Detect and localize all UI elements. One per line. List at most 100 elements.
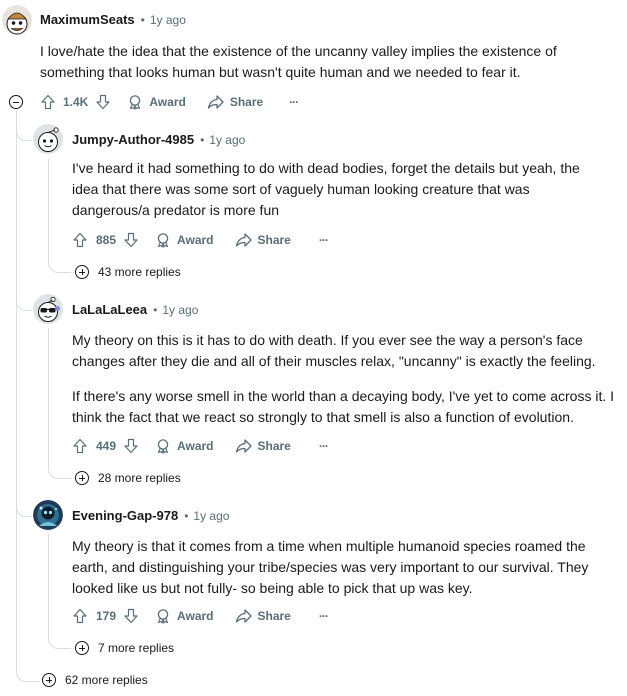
award-icon bbox=[157, 439, 169, 454]
avatar[interactable] bbox=[33, 500, 63, 530]
comment-header: Evening-Gap-978 • 1y ago bbox=[72, 508, 229, 523]
share-button[interactable]: Share bbox=[235, 608, 291, 624]
share-button[interactable]: Share bbox=[235, 438, 291, 454]
timestamp[interactable]: 1y ago bbox=[162, 303, 198, 317]
timestamp[interactable]: 1y ago bbox=[209, 133, 245, 147]
share-icon bbox=[235, 233, 252, 247]
downvote-arrow-icon bbox=[124, 232, 138, 248]
reply-2-thread-line bbox=[48, 328, 49, 460]
share-label: Share bbox=[257, 233, 291, 247]
downvote-arrow-icon bbox=[124, 608, 138, 624]
more-replies-link[interactable]: 43 more replies bbox=[75, 265, 181, 279]
author-name[interactable]: LaLaLaLeea bbox=[72, 302, 147, 317]
reply-3-thread-line bbox=[48, 534, 49, 630]
more-replies-label: 43 more replies bbox=[98, 265, 181, 279]
upvote-button[interactable] bbox=[72, 438, 88, 454]
award-label: Award bbox=[177, 609, 214, 623]
share-button[interactable]: Share bbox=[235, 232, 291, 248]
more-replies-label: 7 more replies bbox=[98, 641, 175, 655]
avatar[interactable] bbox=[2, 5, 32, 35]
more-options-button[interactable]: ··· bbox=[319, 233, 329, 247]
share-button[interactable]: Share bbox=[207, 94, 263, 110]
separator-dot: • bbox=[140, 13, 145, 27]
comment-paragraph: I've heard it had something to do with d… bbox=[72, 160, 580, 218]
vote-count: 1.4K bbox=[63, 95, 89, 109]
downvote-button[interactable] bbox=[123, 608, 139, 624]
reply-3-connector bbox=[16, 496, 31, 517]
author-name[interactable]: Jumpy-Author-4985 bbox=[72, 132, 194, 147]
vote-count: 179 bbox=[96, 609, 117, 623]
upvote-button[interactable] bbox=[72, 232, 88, 248]
timestamp[interactable]: 1y ago bbox=[150, 13, 186, 27]
avatar[interactable] bbox=[33, 124, 63, 154]
vote-count: 449 bbox=[96, 439, 117, 453]
share-icon bbox=[235, 609, 252, 623]
separator-dot: • bbox=[184, 509, 189, 523]
reply-1-thread-elbow bbox=[48, 252, 71, 273]
root-thread-line bbox=[16, 110, 17, 670]
award-icon bbox=[130, 95, 141, 110]
award-label: Award bbox=[177, 439, 214, 453]
author-name[interactable]: MaximumSeats bbox=[40, 12, 135, 27]
award-button[interactable]: Award bbox=[155, 438, 214, 454]
reply-3-thread-elbow bbox=[48, 628, 71, 649]
comment-header: MaximumSeats • 1y ago bbox=[40, 12, 186, 27]
share-icon bbox=[235, 439, 252, 453]
comment-paragraph: If there's any worse smell in the world … bbox=[72, 388, 615, 425]
upvote-button[interactable] bbox=[40, 94, 56, 110]
comment-paragraph: My theory on this is it has to do with d… bbox=[72, 332, 596, 369]
award-label: Award bbox=[177, 233, 214, 247]
share-label: Share bbox=[229, 95, 264, 109]
upvote-arrow-icon bbox=[41, 94, 55, 110]
more-options-button[interactable]: ··· bbox=[319, 439, 329, 453]
more-options-button[interactable]: ··· bbox=[289, 95, 299, 109]
comment-body: My theory is that it comes from a time w… bbox=[72, 536, 600, 599]
comment-paragraph: My theory is that it comes from a time w… bbox=[72, 538, 589, 596]
author-name[interactable]: Evening-Gap-978 bbox=[72, 508, 178, 523]
downvote-arrow-icon bbox=[124, 438, 138, 454]
upvote-button[interactable] bbox=[72, 608, 88, 624]
more-replies-link[interactable]: 7 more replies bbox=[75, 641, 174, 655]
award-button[interactable]: Award bbox=[127, 94, 186, 110]
more-replies-label: 28 more replies bbox=[98, 471, 181, 485]
more-replies-label: 62 more replies bbox=[65, 673, 148, 687]
downvote-button[interactable] bbox=[123, 232, 139, 248]
upvote-arrow-icon bbox=[73, 232, 87, 248]
separator-dot: • bbox=[200, 133, 205, 147]
share-label: Share bbox=[257, 609, 291, 623]
more-options-button[interactable]: ··· bbox=[319, 609, 329, 623]
comment-header: LaLaLaLeea • 1y ago bbox=[72, 302, 198, 317]
share-label: Share bbox=[257, 439, 291, 453]
expand-plus-icon bbox=[75, 265, 89, 279]
reply-1-thread-line bbox=[48, 158, 49, 254]
collapse-minus-icon[interactable] bbox=[9, 95, 23, 109]
more-replies-link[interactable]: 28 more replies bbox=[75, 471, 181, 485]
action-bar: 885 Award Share ··· bbox=[72, 230, 329, 250]
comment-body: I love/hate the idea that the existence … bbox=[40, 41, 580, 83]
root-thread-elbow bbox=[16, 660, 39, 682]
timestamp[interactable]: 1y ago bbox=[193, 509, 229, 523]
award-icon bbox=[157, 609, 169, 624]
separator-dot: • bbox=[153, 303, 158, 317]
share-icon bbox=[207, 95, 224, 109]
reply-2-thread-elbow bbox=[48, 458, 71, 479]
comment-body: My theory on this is it has to do with d… bbox=[72, 330, 622, 428]
reply-2-connector bbox=[16, 290, 31, 311]
comment-header: Jumpy-Author-4985 • 1y ago bbox=[72, 132, 245, 147]
downvote-button[interactable] bbox=[95, 94, 111, 110]
action-bar: 179 Award Share ··· bbox=[72, 606, 329, 626]
upvote-arrow-icon bbox=[73, 608, 87, 624]
avatar[interactable] bbox=[33, 294, 63, 324]
upvote-arrow-icon bbox=[73, 438, 87, 454]
reply-1-connector bbox=[16, 120, 31, 141]
more-replies-link[interactable]: 62 more replies bbox=[42, 673, 148, 687]
award-label: Award bbox=[149, 95, 186, 109]
downvote-button[interactable] bbox=[123, 438, 139, 454]
award-button[interactable]: Award bbox=[155, 232, 214, 248]
expand-plus-icon bbox=[75, 471, 89, 485]
action-bar: 449 Award Share ··· bbox=[72, 436, 329, 456]
award-button[interactable]: Award bbox=[155, 608, 214, 624]
award-icon bbox=[157, 233, 169, 248]
action-bar: 1.4K Award Share ··· bbox=[40, 92, 299, 112]
comment-paragraph: I love/hate the idea that the existence … bbox=[40, 43, 557, 80]
